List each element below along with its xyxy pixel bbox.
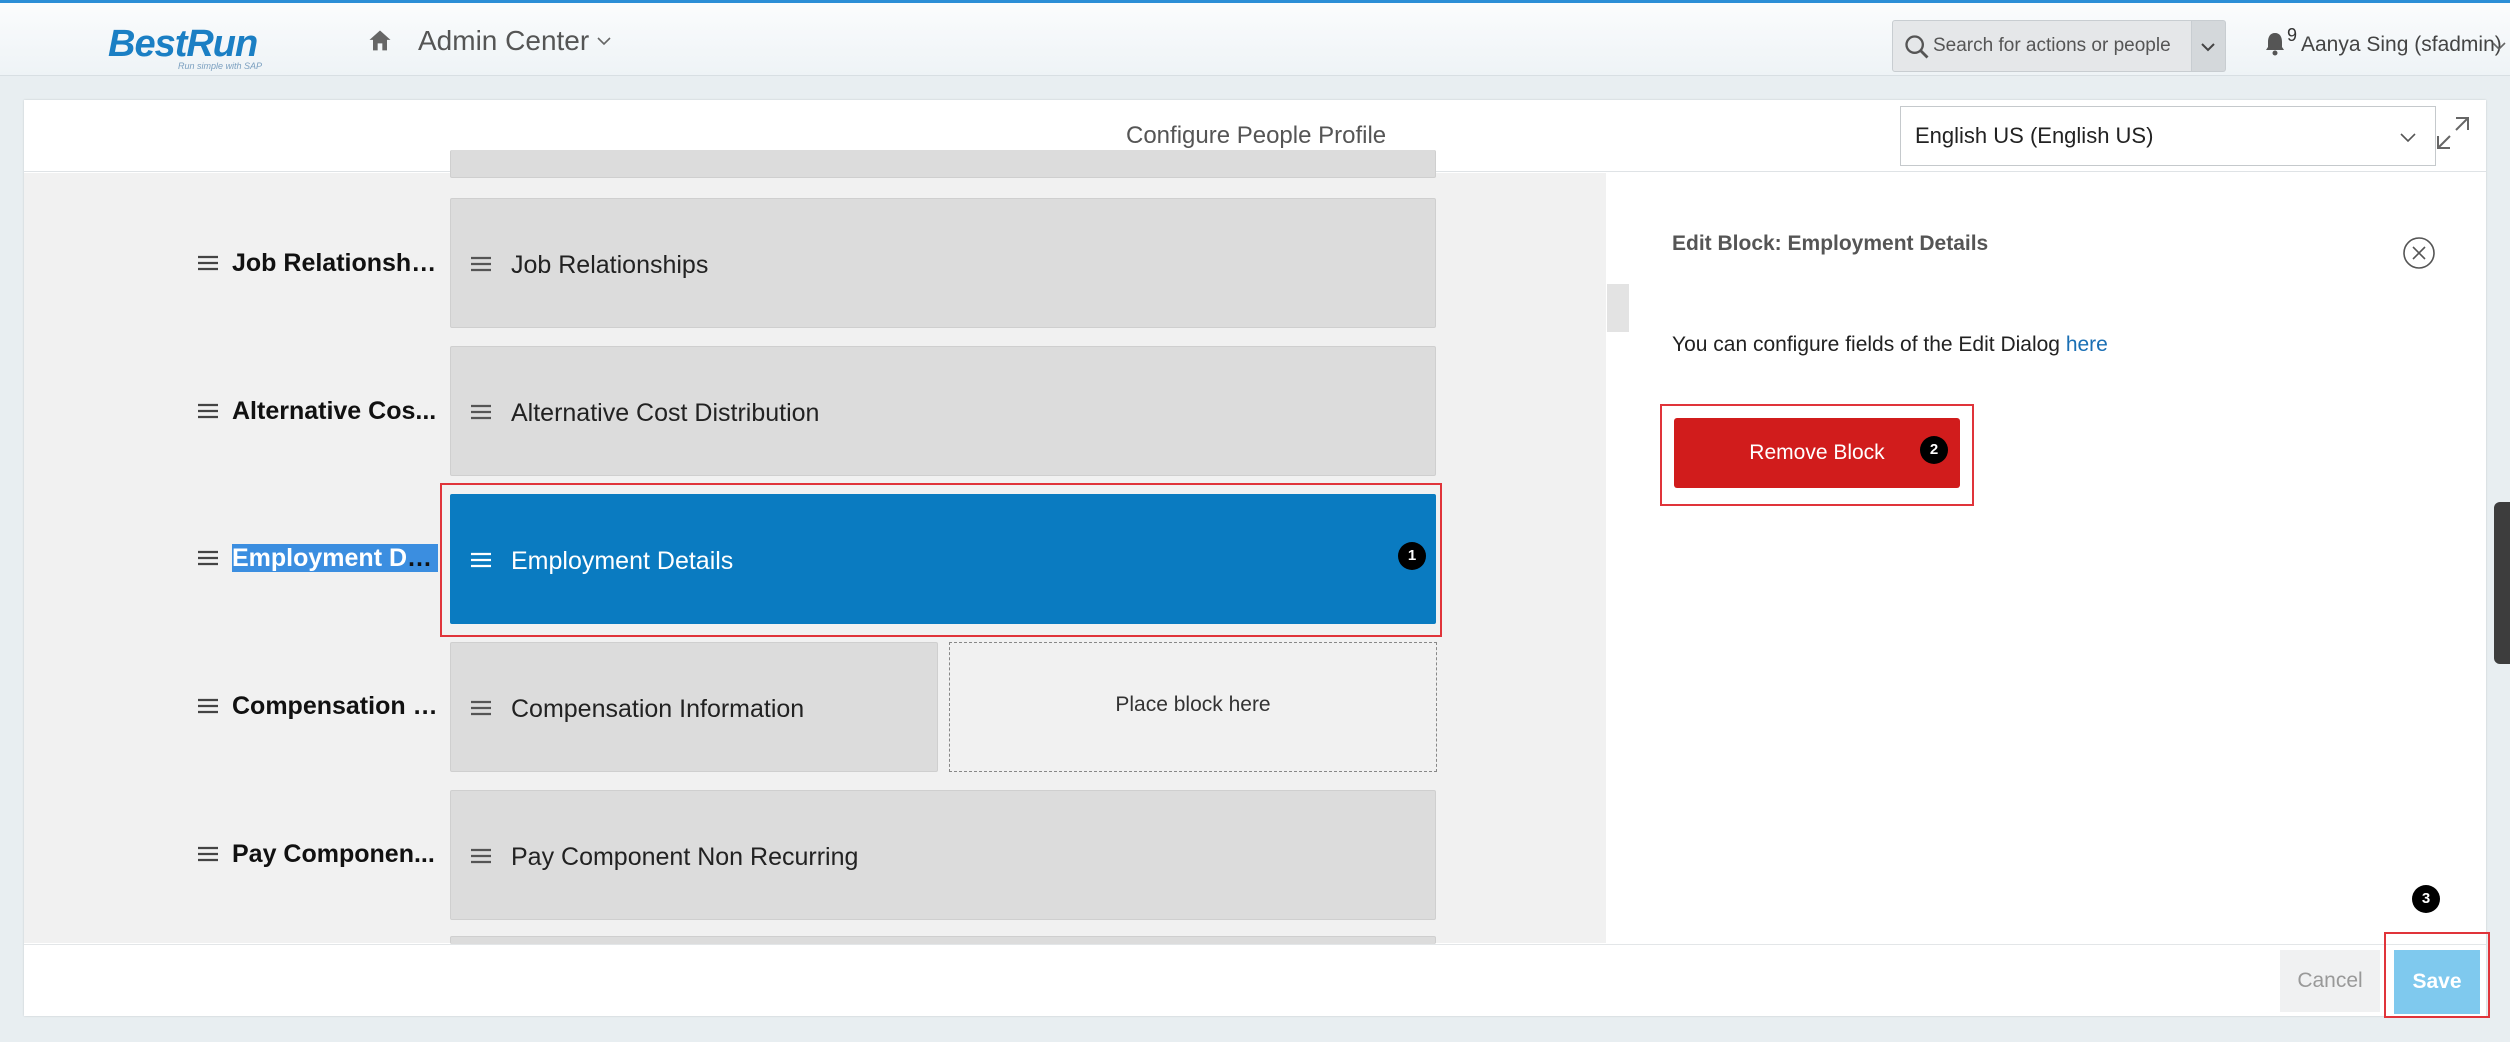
- block-label: Alternative Cost Distribution: [511, 399, 820, 427]
- search-dropdown-button[interactable]: [2192, 20, 2226, 72]
- selected-text-highlight: Employment De...: [232, 544, 438, 572]
- placeholder-label: Place block here: [1115, 693, 1271, 716]
- step-badge-2: 2: [1920, 436, 1948, 464]
- drag-handle-icon[interactable]: [471, 700, 491, 716]
- scrollbar[interactable]: [1607, 284, 1629, 332]
- fullscreen-icon[interactable]: [2434, 114, 2472, 152]
- row-label-text: Compensation I...: [232, 692, 438, 720]
- callout-box-3: [2384, 932, 2490, 1018]
- top-bar: BestRun Run simple with SAP Admin Center…: [0, 0, 2510, 76]
- block-partial-top[interactable]: [450, 150, 1436, 178]
- chevron-down-icon: [2400, 133, 2416, 143]
- step-badge-1: 1: [1398, 542, 1426, 570]
- info-text: You can configure fields of the Edit Dia…: [1672, 333, 2060, 356]
- edit-dialog-info: You can configure fields of the Edit Dia…: [1672, 333, 2108, 357]
- row-label-compensation[interactable]: Compensation I...: [198, 686, 438, 726]
- drag-handle-icon[interactable]: [198, 550, 218, 566]
- search-box: [1892, 20, 2192, 72]
- edit-dialog-link[interactable]: here: [2066, 333, 2108, 356]
- cancel-button[interactable]: Cancel: [2280, 950, 2380, 1012]
- edit-block-title: Edit Block: Employment Details: [1672, 232, 1989, 255]
- row-label-alternative-cost[interactable]: Alternative Cos...: [198, 391, 438, 431]
- edit-block-panel: [1632, 173, 2462, 943]
- drag-handle-icon[interactable]: [198, 846, 218, 862]
- drag-handle-icon[interactable]: [198, 403, 218, 419]
- admin-center-menu[interactable]: Admin Center: [418, 25, 589, 57]
- bell-icon[interactable]: [2264, 31, 2286, 57]
- panel-footer: [24, 944, 2486, 1016]
- search-icon: [1905, 35, 1929, 59]
- language-select[interactable]: English US (English US): [1900, 106, 2436, 166]
- row-label-pay-component[interactable]: Pay Componen...: [198, 834, 438, 874]
- block-compensation-information[interactable]: Compensation Information: [450, 642, 938, 772]
- drag-handle-icon[interactable]: [198, 255, 218, 271]
- block-label: Compensation Information: [511, 695, 805, 723]
- place-block-here-dropzone[interactable]: Place block here: [949, 642, 1437, 772]
- user-menu[interactable]: Aanya Sing (sfadmin): [2301, 33, 2502, 57]
- notification-count: 9: [2287, 25, 2298, 45]
- row-label-text: Pay Componen...: [232, 840, 435, 868]
- close-icon[interactable]: [2402, 236, 2436, 270]
- row-label-text: Job Relationshi...: [232, 249, 438, 277]
- drag-handle-icon[interactable]: [471, 256, 491, 272]
- chevron-down-icon[interactable]: [596, 35, 612, 47]
- logo-tagline: Run simple with SAP: [178, 61, 263, 71]
- row-label-job-relationships[interactable]: Job Relationshi...: [198, 243, 438, 283]
- drag-handle-icon[interactable]: [471, 404, 491, 420]
- row-label-text: Employment De...: [232, 544, 438, 573]
- search-input[interactable]: [1933, 21, 2188, 71]
- home-icon[interactable]: [366, 27, 394, 55]
- block-label: Job Relationships: [511, 251, 709, 279]
- drag-handle-icon[interactable]: [198, 698, 218, 714]
- step-badge-3: 3: [2412, 885, 2440, 913]
- row-label-employment-details[interactable]: Employment De...: [198, 538, 438, 578]
- callout-box-1: [440, 483, 1442, 637]
- chevron-down-icon[interactable]: [2492, 41, 2506, 51]
- drag-handle-icon[interactable]: [471, 848, 491, 864]
- page-title: Configure People Profile: [1126, 122, 1387, 149]
- block-pay-component-non-recurring[interactable]: Pay Component Non Recurring: [450, 790, 1436, 920]
- block-label: Pay Component Non Recurring: [511, 843, 859, 871]
- side-support-tab[interactable]: [2494, 502, 2510, 664]
- block-partial-bottom[interactable]: [450, 936, 1436, 944]
- logo-text: BestRun: [108, 23, 258, 65]
- language-value: English US (English US): [1915, 123, 2154, 148]
- bestrun-logo[interactable]: BestRun Run simple with SAP: [104, 11, 264, 71]
- block-alternative-cost-distribution[interactable]: Alternative Cost Distribution: [450, 346, 1436, 476]
- block-job-relationships[interactable]: Job Relationships: [450, 198, 1436, 328]
- row-label-text: Alternative Cos...: [232, 397, 437, 425]
- chevron-down-icon: [2201, 43, 2215, 52]
